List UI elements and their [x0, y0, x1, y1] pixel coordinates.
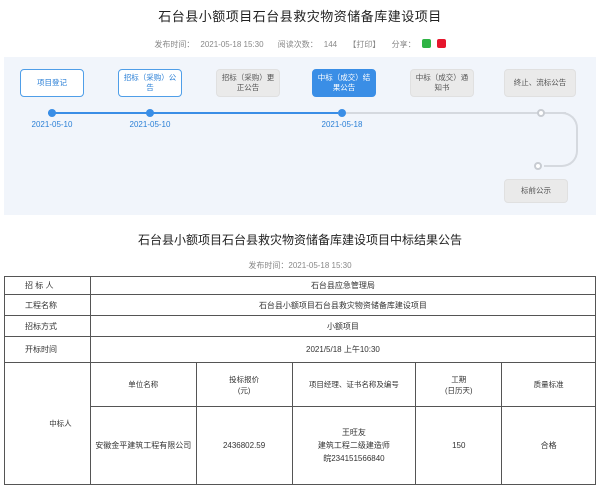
col-period-header: 工期 (日历天)	[415, 362, 503, 407]
winner-bid: 2436802.59	[195, 406, 293, 485]
announcement-publish-time: 发布时间：2021-05-18 15:30	[248, 261, 352, 270]
table-row: 工程名称 石台县小额项目石台县救灾物资储备库建设项目	[4, 294, 597, 316]
project-name-label: 工程名称	[4, 294, 91, 316]
winner-company: 安徽金平建筑工程有限公司	[89, 406, 197, 485]
page-title: 石台县小额项目石台县救灾物资储备库建设项目	[158, 9, 442, 24]
winner-period: 150	[415, 406, 503, 485]
announcement-title: 石台县小额项目石台县救灾物资储备库建设项目中标结果公告	[137, 233, 462, 247]
step-date-1: 2021-05-10	[31, 120, 73, 129]
views-count: 144	[323, 40, 338, 49]
step-dot-7	[534, 162, 542, 170]
tenderer-label: 招 标 人	[4, 276, 91, 295]
table-row: 招 标 人 石台县应急管理局	[4, 276, 597, 295]
tenderer-value: 石台县应急管理局	[89, 276, 597, 295]
bid-opening-label: 开标时间	[4, 336, 91, 363]
col-company-header: 单位名称	[89, 362, 197, 407]
winner-manager-cell: 王旺友 建筑工程二级建造师 皖234151566840	[291, 406, 417, 485]
step-date-2: 2021-05-10	[129, 120, 171, 129]
process-flow: 项目登记 招标（采购）公告 招标（采购）更正公告 中标（成交）结果公告 中标（成…	[4, 57, 596, 215]
step-dot-4	[338, 109, 346, 117]
bid-opening-value: 2021/5/18 上午10:30	[89, 336, 597, 363]
winner-data-row: 安徽金平建筑工程有限公司 2436802.59 王旺友 建筑工程二级建造师 皖2…	[5, 406, 596, 485]
views-label: 阅读次数：	[277, 40, 318, 49]
page-meta: 发布时间： 2021-05-18 15:30 阅读次数： 144 【打印】 分享：	[0, 39, 600, 50]
step-tender-notice[interactable]: 招标（采购）公告	[118, 69, 182, 97]
winner-cert: 建筑工程二级建造师	[317, 441, 390, 450]
progress-line-done	[48, 112, 338, 114]
winner-quality: 合格	[501, 406, 596, 485]
step-tender-correction[interactable]: 招标（采购）更正公告	[216, 69, 280, 97]
winner-cert-no: 皖234151566840	[323, 454, 385, 463]
print-link[interactable]: 【打印】	[348, 40, 380, 49]
tender-method-label: 招标方式	[4, 315, 91, 337]
step-dot-1	[48, 109, 56, 117]
step-dot-2	[146, 109, 154, 117]
project-name-value: 石台县小额项目石台县救灾物资储备库建设项目	[89, 294, 597, 316]
winner-label: 中标人	[4, 362, 91, 485]
step-date-4: 2021-05-18	[321, 120, 363, 129]
progress-line-curve	[544, 112, 578, 167]
col-quality-header: 质量标准	[501, 362, 596, 407]
col-bid-header: 投标报价 (元)	[195, 362, 293, 407]
winner-manager: 王旺友	[341, 428, 366, 437]
publish-time: 2021-05-18 15:30	[200, 40, 264, 49]
step-pre-bid-notice[interactable]: 标前公示	[504, 179, 568, 203]
share-label: 分享：	[391, 40, 416, 49]
publish-label: 发布时间：	[154, 40, 195, 49]
step-termination-notice[interactable]: 终止、流标公告	[504, 69, 576, 97]
step-project-registration[interactable]: 项目登记	[20, 69, 84, 97]
award-table: 招 标 人 石台县应急管理局 工程名称 石台县小额项目石台县救灾物资储备库建设项…	[4, 276, 597, 485]
step-award-result[interactable]: 中标（成交）结果公告	[312, 69, 376, 97]
weibo-share-icon[interactable]	[436, 39, 446, 48]
winner-header-row: 中标人 单位名称 投标报价 (元) 项目经理、证书名称及编号 工期 (日历天) …	[4, 362, 596, 485]
wechat-share-icon[interactable]	[421, 39, 431, 48]
col-manager-header: 项目经理、证书名称及编号	[291, 362, 417, 407]
table-row: 招标方式 小额项目	[4, 315, 597, 337]
step-award-notice[interactable]: 中标（成交）通知书	[410, 69, 474, 97]
tender-method-value: 小额项目	[89, 315, 597, 337]
progress-line-pending	[338, 112, 566, 114]
table-row: 开标时间 2021/5/18 上午10:30	[4, 336, 597, 363]
step-dot-6	[537, 109, 545, 117]
